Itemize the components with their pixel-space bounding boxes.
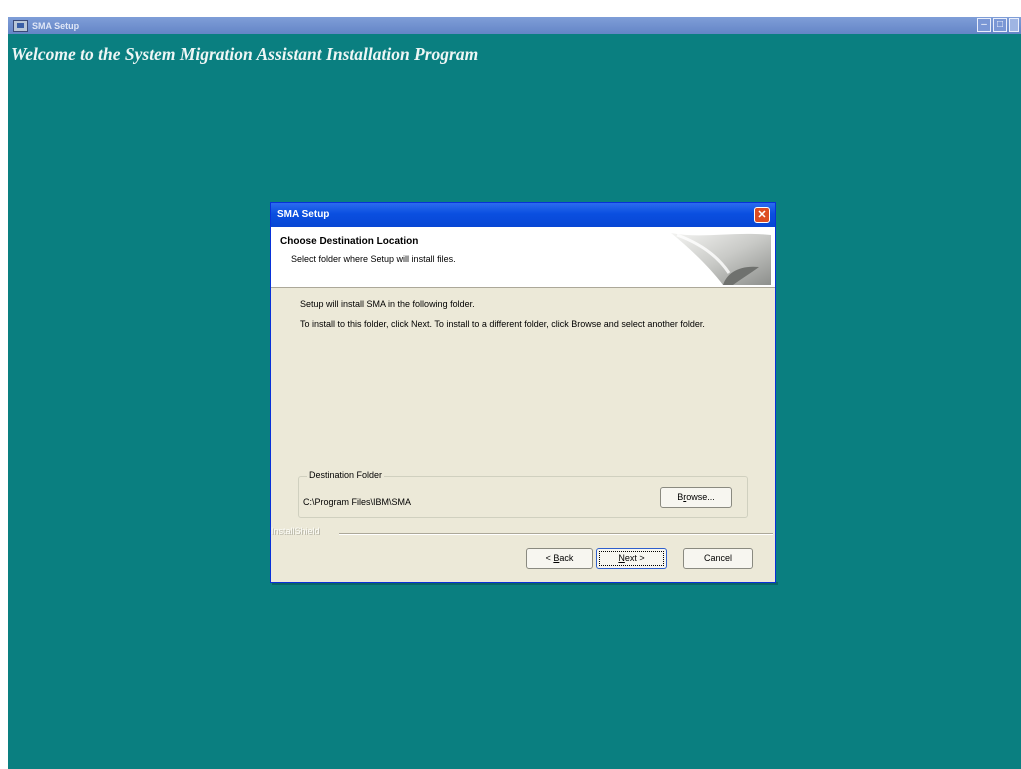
- minimize-button[interactable]: –: [977, 18, 991, 32]
- app-window-controls: – □: [977, 18, 1019, 32]
- back-label-post: ack: [559, 553, 574, 563]
- back-button[interactable]: < Back: [526, 548, 593, 569]
- app-titlebar[interactable]: SMA Setup – □: [8, 17, 1021, 34]
- cancel-button[interactable]: Cancel: [683, 548, 753, 569]
- intro-text: Setup will install SMA in the following …: [300, 299, 475, 309]
- app-icon[interactable]: [13, 19, 28, 32]
- setup-dialog: SMA Setup ✕ Choose Destination Location …: [270, 202, 776, 583]
- destination-folder-legend: Destination Folder: [307, 470, 385, 480]
- footer-divider: [339, 533, 773, 535]
- welcome-banner: Welcome to the System Migration Assistan…: [11, 44, 479, 64]
- page-curl-graphic-icon: [671, 233, 771, 285]
- header-title: Choose Destination Location: [280, 236, 419, 247]
- browse-label-post: owse...: [686, 492, 715, 502]
- app-title: SMA Setup: [32, 20, 80, 31]
- maximize-button[interactable]: □: [993, 18, 1007, 32]
- next-button[interactable]: Next >: [596, 548, 667, 569]
- destination-path: C:\Program Files\IBM\SMA: [303, 497, 412, 507]
- focus-ring: [599, 551, 664, 566]
- close-icon[interactable]: ✕: [754, 207, 770, 223]
- browse-button[interactable]: Browse...: [660, 487, 732, 508]
- header-subtitle: Select folder where Setup will install f…: [291, 254, 456, 264]
- dialog-titlebar[interactable]: SMA Setup ✕: [271, 203, 775, 227]
- dialog-header: Choose Destination Location Select folde…: [271, 227, 775, 288]
- installshield-brand: InstallShield: [271, 526, 320, 536]
- instructions-text: To install to this folder, click Next. T…: [300, 319, 705, 329]
- app-close-button[interactable]: [1009, 18, 1019, 32]
- dialog-title: SMA Setup: [277, 209, 330, 220]
